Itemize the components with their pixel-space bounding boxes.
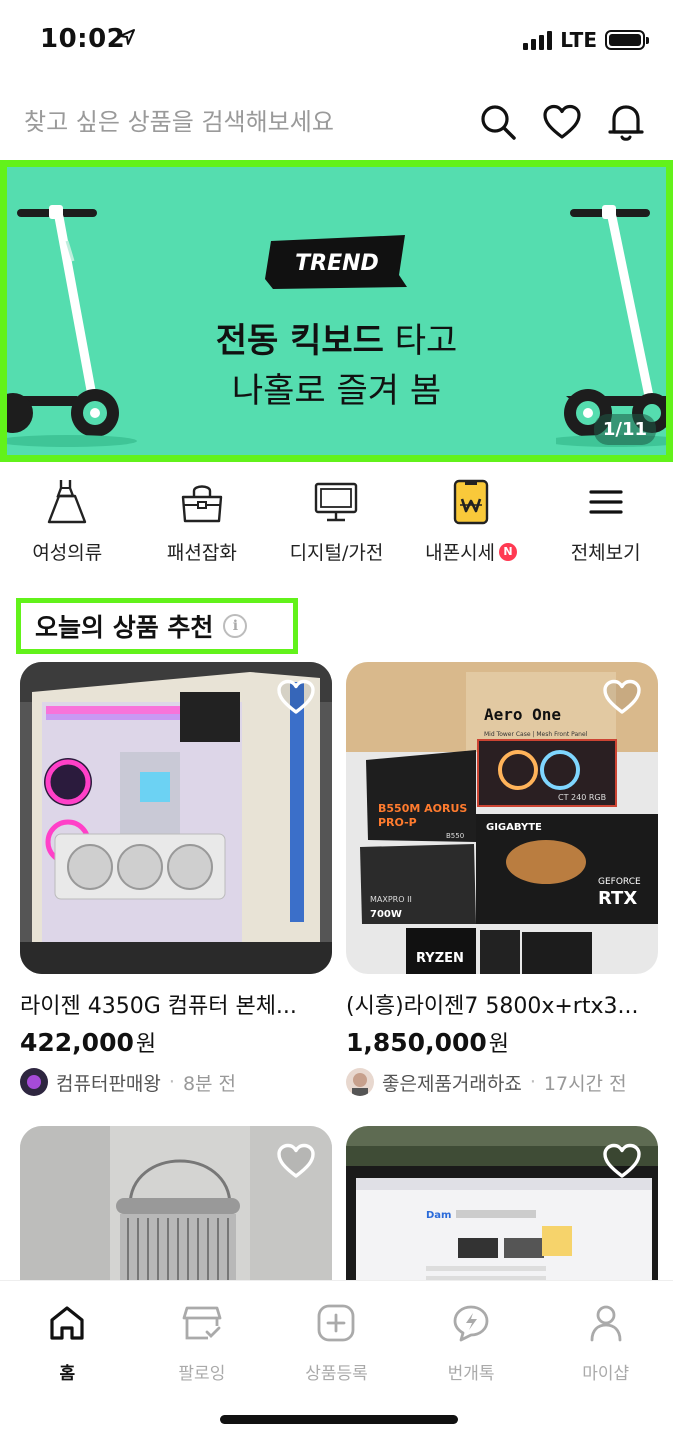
status-indicators: LTE (523, 28, 649, 52)
gpu-brand: GIGABYTE (486, 822, 542, 833)
currency-unit: 원 (488, 1032, 510, 1057)
post-time: 8분 전 (182, 1072, 237, 1095)
currency-unit: 원 (135, 1032, 157, 1057)
box-label: Aero One (484, 705, 561, 724)
nav-label: 홈 (59, 1364, 76, 1384)
product-image[interactable]: Aero One Mid Tower Case | Mesh Front Pan… (346, 662, 658, 974)
phone-price-icon (447, 478, 495, 526)
site-logo: Dam (426, 1210, 451, 1221)
nav-chat[interactable]: 번개톡 (404, 1301, 539, 1391)
search-icon[interactable] (476, 100, 520, 144)
seller-info: 좋은제품거래하죠 · 17시간 전 (346, 1068, 658, 1096)
seller-info: 컴퓨터판매왕 · 8분 전 (20, 1068, 332, 1096)
heart-icon[interactable] (540, 100, 584, 144)
cpu-label: RYZEN (416, 951, 464, 966)
nav-register-product[interactable]: 상품등록 (269, 1301, 404, 1391)
gpu-label: RTX (598, 888, 637, 909)
product-price: 1,850,000원 (346, 1026, 658, 1058)
trend-badge-text: TREND (295, 251, 379, 276)
price-value: 1,850,000 (346, 1028, 487, 1057)
bell-icon[interactable] (604, 100, 648, 144)
seller-avatar (346, 1068, 374, 1096)
nav-label: 상품등록 (305, 1364, 368, 1384)
banner-title-rest: 타고 (383, 321, 458, 361)
section-title: 오늘의 상품 추천 i (16, 598, 298, 654)
menu-icon (582, 478, 630, 526)
chat-bolt-icon (449, 1301, 493, 1345)
category-womens-clothing[interactable]: 여성의류 (0, 478, 135, 578)
signal-icon (523, 30, 553, 50)
section-title-text: 오늘의 상품 추천 (35, 613, 214, 642)
nav-label: 팔로잉 (178, 1364, 226, 1384)
category-label: 내폰시세 (425, 542, 496, 564)
monitor-icon (312, 478, 360, 526)
mb-label: PRO-P (378, 816, 417, 829)
like-heart-icon[interactable] (276, 678, 316, 718)
price-value: 422,000 (20, 1028, 134, 1057)
seller-name: 컴퓨터판매왕 (56, 1072, 161, 1095)
post-time: 17시간 전 (543, 1072, 627, 1095)
category-digital-electronics[interactable]: 디지털/가전 (269, 478, 404, 578)
category-phone-price[interactable]: 내폰시세 N (404, 478, 539, 578)
product-price: 422,000원 (20, 1026, 332, 1058)
like-heart-icon[interactable] (602, 678, 642, 718)
info-icon[interactable]: i (223, 614, 248, 638)
search-input[interactable] (24, 102, 444, 142)
banner-subtitle: 나홀로 즐겨 봄 (231, 371, 442, 411)
plus-square-icon (314, 1301, 358, 1345)
nav-label: 번개톡 (447, 1364, 495, 1384)
product-card[interactable]: 라이젠 4350G 컴퓨터 본체... 422,000원 컴퓨터판매왕 · 8분… (20, 662, 332, 1096)
psu-label: 700W (370, 909, 402, 920)
search-bar (0, 92, 673, 152)
mb-label: B550 (446, 832, 464, 840)
nav-label: 마이샵 (582, 1364, 630, 1384)
product-title: (시흥)라이젠7 5800x+rtx3... (346, 994, 639, 1019)
box-sub: Mid Tower Case | Mesh Front Panel (484, 731, 588, 738)
banner-title: 전동 킥보드 타고 (7, 313, 666, 362)
bottom-navigation: 홈 팔로잉 상품등록 번개톡 마이샵 (0, 1280, 673, 1440)
banner-page-counter: 1/11 (593, 414, 656, 445)
person-icon (584, 1301, 628, 1345)
status-time: 10:02 (40, 24, 126, 54)
new-badge: N (499, 542, 518, 561)
seller-avatar (20, 1068, 48, 1096)
separator-dot: · (168, 1071, 175, 1093)
separator-dot: · (529, 1071, 536, 1093)
network-label: LTE (560, 28, 597, 52)
home-indicator[interactable] (220, 1415, 458, 1424)
banner-title-bold: 전동 킥보드 (215, 321, 384, 361)
psu-label: MAXPRO II (370, 895, 412, 904)
product-card[interactable]: Aero One Mid Tower Case | Mesh Front Pan… (346, 662, 658, 1096)
nav-my-shop[interactable]: 마이샵 (538, 1301, 673, 1391)
category-label: 디지털/가전 (289, 542, 384, 564)
promo-banner[interactable]: TREND 전동 킥보드 타고 나홀로 즐겨 봄 1/11 (0, 160, 673, 462)
category-label: 전체보기 (570, 542, 641, 564)
handbag-icon (178, 478, 226, 526)
category-fashion-accessories[interactable]: 패션잡화 (135, 478, 270, 578)
category-view-all[interactable]: 전체보기 (538, 478, 673, 578)
trend-badge: TREND (265, 235, 409, 289)
cooler-label: CT 240 RGB (558, 793, 606, 802)
category-row: 여성의류 패션잡화 디지털/가전 내폰시세 N 전체보기 (0, 478, 673, 578)
battery-icon (605, 30, 649, 50)
product-image[interactable] (20, 662, 332, 974)
gpu-label: GEFORCE (598, 877, 641, 887)
category-label: 패션잡화 (166, 542, 237, 564)
store-check-icon (180, 1301, 224, 1345)
location-arrow-icon (118, 28, 136, 50)
nav-home[interactable]: 홈 (0, 1301, 135, 1391)
category-label: 여성의류 (32, 542, 103, 564)
like-heart-icon[interactable] (602, 1142, 642, 1182)
mb-label: B550M AORUS (378, 802, 467, 815)
home-icon (45, 1301, 89, 1345)
product-title: 라이젠 4350G 컴퓨터 본체... (20, 994, 297, 1019)
seller-name: 좋은제품거래하죠 (382, 1072, 522, 1095)
nav-following[interactable]: 팔로잉 (135, 1301, 270, 1391)
like-heart-icon[interactable] (276, 1142, 316, 1182)
status-bar: 10:02 LTE (0, 0, 673, 80)
dress-icon (43, 478, 91, 526)
